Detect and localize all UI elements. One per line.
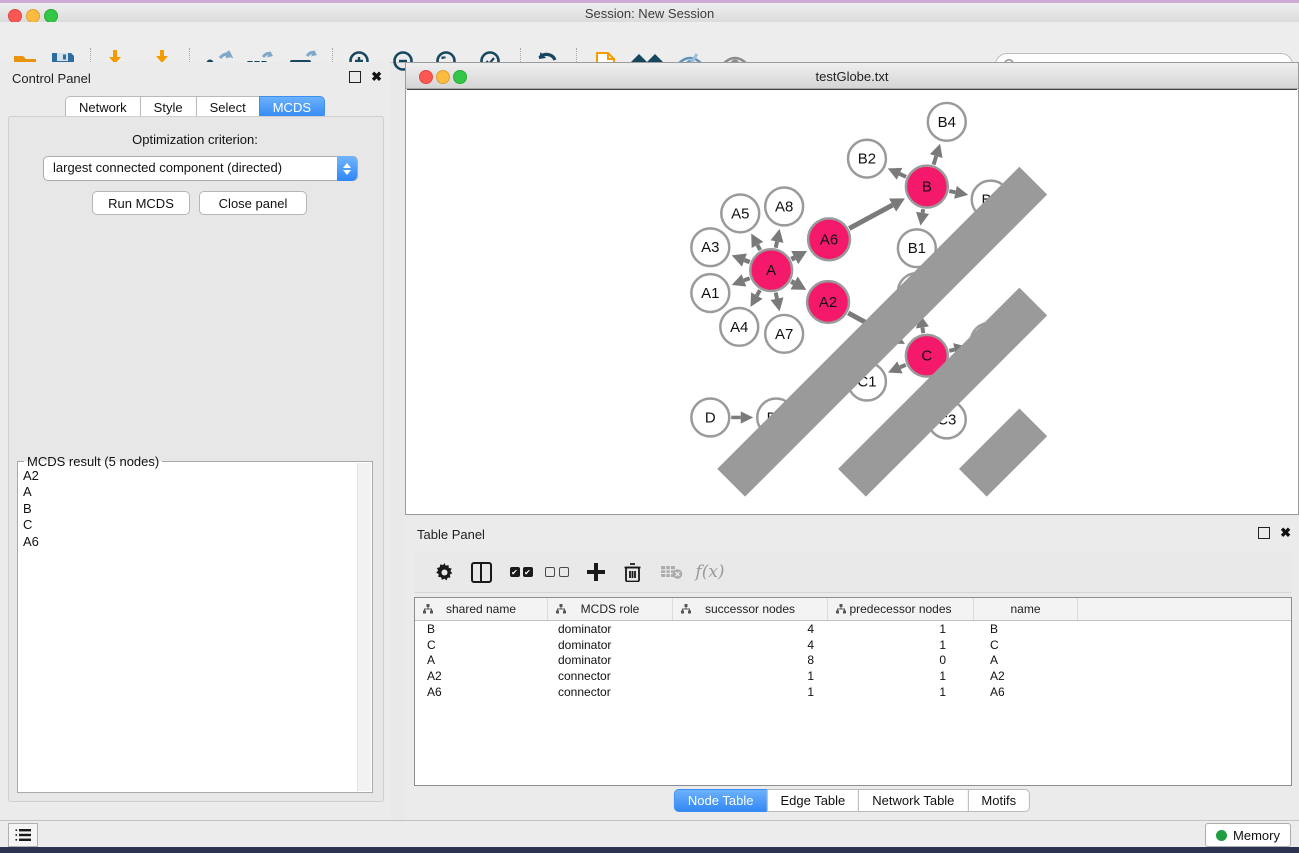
gear-icon[interactable] [429,558,459,586]
memory-button[interactable]: Memory [1205,823,1291,847]
criterion-dropdown[interactable]: largest connected component (directed) [43,156,358,181]
mcds-result-item[interactable]: A [23,484,354,500]
mcds-result-item[interactable]: B [23,501,354,517]
table-cell: 1 [828,638,974,652]
table-row[interactable]: Adominator80A [415,652,1291,668]
table-cell: connector [548,669,673,683]
table-cell: 1 [828,685,974,699]
select-all-icon[interactable]: ✔✔ [506,558,536,586]
table-row[interactable]: Cdominator41C [415,637,1291,653]
tab-motifs[interactable]: Motifs [967,789,1030,812]
table-cell: A2 [974,669,1078,683]
table-cell: A6 [974,685,1078,699]
table-cell: B [415,622,548,636]
column-header-successor-nodes[interactable]: successor nodes [673,598,828,620]
table-cell: C [415,638,548,652]
window-title: Session: New Session [0,6,1299,21]
mcds-result-title: MCDS result (5 nodes) [24,454,162,469]
float-table-panel-icon[interactable] [1258,527,1270,539]
network-canvas[interactable]: AA1A2A3A4A5A6A7A8BB1B2B3B4CC1C2C3C4DD1 [407,89,1297,513]
table-cell: 1 [673,685,828,699]
attribute-type-icon [681,604,691,614]
table-cell: A6 [415,685,548,699]
tab-edge-table[interactable]: Edge Table [766,789,859,812]
table-row[interactable]: Bdominator41B [415,621,1291,637]
column-header-shared-name[interactable]: shared name [415,598,548,620]
table-cell: A [974,653,1078,667]
table-cell: dominator [548,622,673,636]
memory-status-icon [1216,830,1227,841]
delete-icon[interactable] [617,558,647,586]
app-window: Session: New Session [0,0,1299,853]
table-row[interactable]: A2connector11A2 [415,668,1291,684]
table-cell: B [974,622,1078,636]
add-icon[interactable] [581,558,611,586]
table-toolbar: ✔✔ f(x) [414,552,1292,593]
close-panel-icon[interactable]: ✖ [371,72,382,82]
main-toolbar [0,22,1299,63]
table-cell: A2 [415,669,548,683]
float-panel-icon[interactable] [349,71,361,83]
attribute-type-icon [836,604,846,614]
mcds-result-list: A2ABCA6 [23,468,354,550]
column-header-mcds-role[interactable]: MCDS role [548,598,673,620]
list-icon [15,828,31,842]
column-header-name[interactable]: name [974,598,1078,620]
table-cell: 1 [673,669,828,683]
table-cell: 4 [673,622,828,636]
table-cell: C [974,638,1078,652]
columns-icon[interactable] [466,558,496,586]
memory-label: Memory [1233,828,1280,843]
tab-network-table[interactable]: Network Table [858,789,968,812]
close-panel-button[interactable]: Close panel [199,191,307,215]
network-titlebar[interactable]: testGlobe.txt [406,63,1298,89]
task-history-button[interactable] [8,823,38,847]
criterion-value: largest connected component (directed) [53,160,282,175]
table-panel: Table Panel ✖ ✔✔ f(x) [405,518,1299,820]
table-header-row: shared name MCDS role successor nodes pr… [415,598,1291,621]
deselect-all-icon[interactable] [542,558,572,586]
table-tabs: Node Table Edge Table Network Table Moti… [674,789,1030,812]
desktop-edge [0,847,1299,853]
table-cell: dominator [548,653,673,667]
resize-grip-icon[interactable] [407,90,1297,513]
mcds-result-box: MCDS result (5 nodes) A2ABCA6 [17,461,373,793]
table-row[interactable]: A6connector11A6 [415,684,1291,700]
attribute-type-icon [556,604,566,614]
column-header-predecessor-nodes[interactable]: predecessor nodes [828,598,974,620]
tab-node-table[interactable]: Node Table [674,789,768,812]
status-bar: Memory [0,820,1299,847]
attribute-type-icon [423,604,433,614]
table-cell: 1 [828,669,974,683]
table-cell: 0 [828,653,974,667]
control-panel-title: Control Panel [12,71,91,86]
optimization-criterion-label: Optimization criterion: [0,132,390,147]
control-panel: Control Panel ✖ Network Style Select MCD… [0,62,390,820]
table-cell: 4 [673,638,828,652]
table-cell: connector [548,685,673,699]
table-cell: 1 [828,622,974,636]
result-scrollbar[interactable] [357,463,371,791]
network-view-window: testGlobe.txt AA1A2A3A4A5A6A7A8BB1B2B3B4… [405,62,1299,515]
network-title: testGlobe.txt [406,69,1298,84]
table-body: Bdominator41BCdominator41CAdominator80AA… [415,621,1291,699]
function-icon: f(x) [695,558,725,586]
run-mcds-button[interactable]: Run MCDS [92,191,190,215]
table-cell: dominator [548,638,673,652]
table-cell: A [415,653,548,667]
node-table: shared name MCDS role successor nodes pr… [414,597,1292,786]
mcds-result-item[interactable]: A2 [23,468,354,484]
dropdown-stepper-icon [337,156,357,181]
titlebar: Session: New Session [0,3,1299,23]
mcds-result-item[interactable]: C [23,517,354,533]
table-cell: 8 [673,653,828,667]
close-table-panel-icon[interactable]: ✖ [1280,528,1291,538]
delete-table-icon [657,558,687,586]
table-panel-title: Table Panel [417,527,485,542]
mcds-result-item[interactable]: A6 [23,534,354,550]
